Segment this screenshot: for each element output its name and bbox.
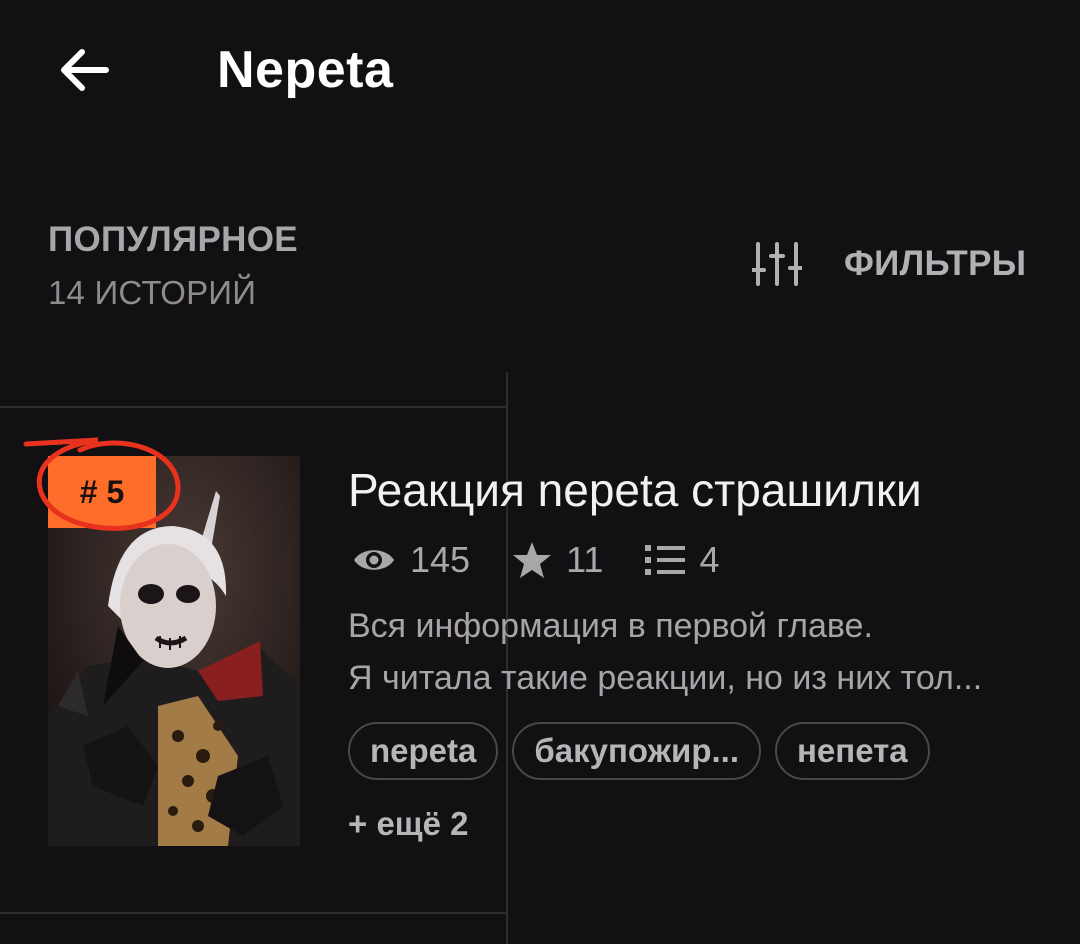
star-icon [513,542,552,578]
section-title: ПОПУЛЯРНОЕ [48,220,298,259]
page-title: Nepeta [217,41,394,99]
back-arrow-icon [61,49,109,91]
sliders-icon [752,242,802,286]
top-bar: Nepeta [0,0,1080,140]
description-line: Вся информация в первой главе. [348,607,873,645]
description-line: Я читала такие реакции, но из них тол... [348,659,983,697]
filters-label: ФИЛЬТРЫ [844,244,1027,283]
parts-stat: 4 [645,539,719,581]
story-stats: 145 11 4 [352,536,761,584]
filters-button[interactable]: ФИЛЬТРЫ [752,236,1026,292]
story-description: Вся информация в первой главе. Я читала … [348,600,1038,704]
votes-count: 11 [566,539,604,580]
tag-chip[interactable]: nepeta [348,722,499,780]
tag-list: nepeta бакупожир... непета [348,722,944,780]
divider [0,912,506,914]
rank-badge: # 5 [48,456,156,528]
list-icon [645,545,686,575]
tag-chip[interactable]: непета [774,722,930,780]
divider [0,406,506,408]
story-count: 14 ИСТОРИЙ [48,274,257,311]
section-header: ПОПУЛЯРНОЕ 14 ИСТОРИЙ [48,220,298,312]
parts-count: 4 [699,539,720,580]
back-button[interactable] [52,38,116,102]
eye-icon [354,550,394,570]
tag-chip[interactable]: бакупожир... [512,722,761,780]
views-stat: 145 [352,539,470,581]
votes-stat: 11 [512,539,603,581]
views-count: 145 [410,539,471,580]
story-title[interactable]: Реакция nepeta страшилки [348,462,922,518]
more-tags-link[interactable]: + ещё 2 [348,805,469,843]
